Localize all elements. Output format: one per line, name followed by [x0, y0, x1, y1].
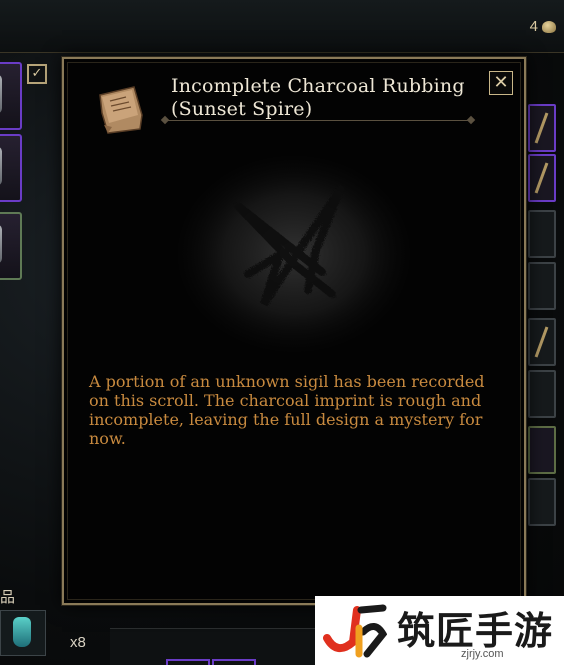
- top-hud-bar: 4: [0, 0, 564, 53]
- watermark-url: zjrjy.com: [461, 648, 504, 660]
- game-screen: 4 ✓ 品 x8 Incomplete Charcoal Rubbing (Su…: [0, 0, 564, 665]
- weapon-icon: [534, 162, 549, 194]
- inventory-slot[interactable]: [528, 154, 556, 202]
- watermark-logo-icon: [323, 604, 387, 658]
- inventory-section-label: 品: [0, 588, 16, 606]
- inventory-slot[interactable]: [528, 262, 556, 310]
- armor-icon: [0, 74, 2, 114]
- site-watermark: 筑匠手游 zjrjy.com: [315, 596, 564, 665]
- hotbar-slot[interactable]: [212, 659, 256, 665]
- watermark-brand: 筑匠手游: [397, 609, 554, 653]
- item-description: A portion of an unknown sigil has been r…: [89, 372, 485, 448]
- item-tooltip-dialog: Incomplete Charcoal Rubbing (Sunset Spir…: [62, 57, 526, 605]
- arrow-icon: [534, 326, 549, 358]
- consumable-slot[interactable]: [0, 610, 46, 656]
- equipment-slot[interactable]: [0, 212, 22, 280]
- close-button[interactable]: ✕: [489, 71, 513, 95]
- inventory-slot[interactable]: [528, 478, 556, 526]
- equipment-slot[interactable]: [0, 62, 22, 130]
- currency-amount: 4: [529, 18, 538, 35]
- potion-icon: [13, 617, 31, 647]
- scroll-icon: [99, 86, 143, 134]
- gauntlet-icon: [0, 146, 2, 186]
- inventory-slot[interactable]: [528, 370, 556, 418]
- stack-count: x8: [70, 634, 86, 651]
- coin-icon: [542, 20, 556, 33]
- inventory-slot[interactable]: [528, 210, 556, 258]
- inventory-slot[interactable]: [528, 318, 556, 366]
- title-divider: [165, 120, 471, 121]
- currency-display: 4: [530, 18, 556, 35]
- equipment-slot[interactable]: [0, 134, 22, 202]
- ring-icon: [0, 224, 2, 264]
- filter-checkbox[interactable]: ✓: [27, 64, 47, 84]
- inventory-slot[interactable]: [528, 426, 556, 474]
- weapon-icon: [534, 112, 549, 144]
- item-title: Incomplete Charcoal Rubbing (Sunset Spir…: [171, 75, 465, 120]
- hotbar-slot[interactable]: [166, 659, 210, 665]
- inventory-slot[interactable]: [528, 104, 556, 152]
- charcoal-sigil-image: [178, 156, 410, 352]
